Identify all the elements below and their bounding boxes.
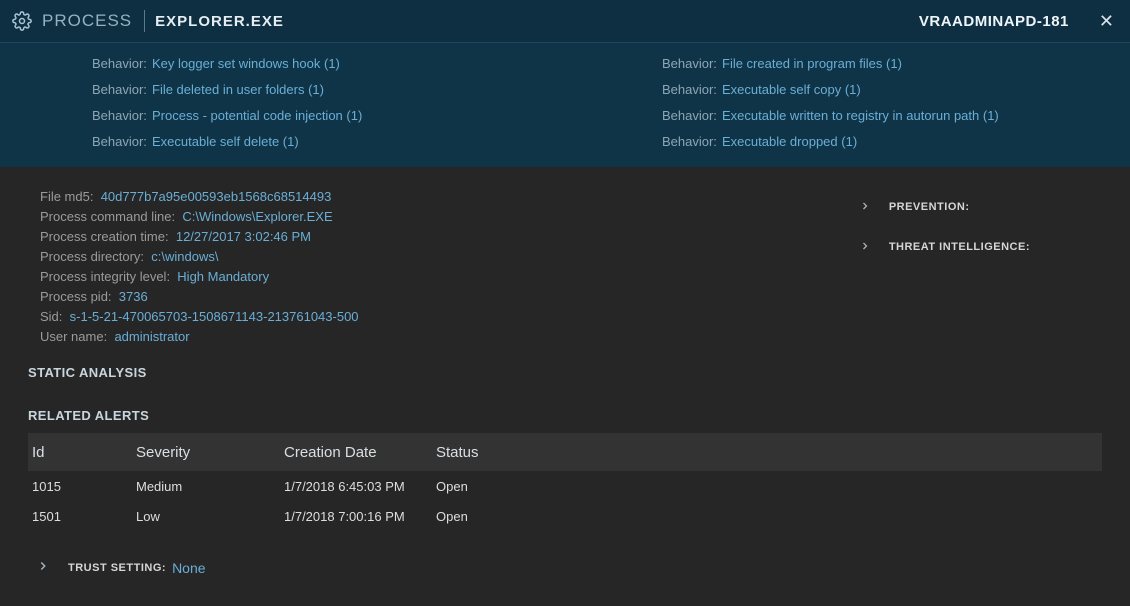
behavior-value[interactable]: Executable self delete (1): [152, 131, 299, 153]
chevron-right-icon: [36, 559, 50, 576]
behavior-row: Behavior:File deleted in user folders (1…: [92, 77, 612, 103]
cell-id: 1015: [32, 479, 136, 494]
cell-stat: Open: [436, 479, 576, 494]
file-md5-label: File md5:: [40, 189, 93, 204]
behavior-label: Behavior:: [662, 79, 720, 101]
prevention-label: PREVENTION:: [889, 201, 970, 213]
header-bar: PROCESS EXPLORER.EXE VRAADMINAPD-181 ✕: [0, 0, 1130, 43]
threat-intel-section[interactable]: THREAT INTELLIGENCE:: [859, 227, 1030, 267]
cmdline-label: Process command line:: [40, 209, 175, 224]
table-row[interactable]: 1015Medium1/7/2018 6:45:03 PMOpen: [28, 471, 1102, 501]
cmdline-value[interactable]: C:\Windows\Explorer.EXE: [182, 209, 332, 224]
behavior-value[interactable]: Executable self copy (1): [722, 79, 861, 101]
col-status[interactable]: Status: [436, 444, 576, 461]
chevron-right-icon: [859, 200, 871, 215]
behavior-label: Behavior:: [92, 79, 150, 101]
cell-id: 1501: [32, 509, 136, 524]
header-separator: [144, 10, 145, 32]
col-date[interactable]: Creation Date: [284, 444, 436, 461]
sid-label: Sid:: [40, 309, 62, 324]
cell-sev: Low: [136, 509, 284, 524]
behavior-value[interactable]: File created in program files (1): [722, 53, 902, 75]
ctime-label: Process creation time:: [40, 229, 169, 244]
user-value[interactable]: administrator: [114, 329, 189, 344]
process-details: File md5: 40d777b7a95e00593eb1568c685144…: [40, 187, 359, 347]
behavior-value[interactable]: File deleted in user folders (1): [152, 79, 324, 101]
header-host: VRAADMINAPD-181: [919, 13, 1069, 30]
behavior-label: Behavior:: [92, 131, 150, 153]
behavior-value[interactable]: Key logger set windows hook (1): [152, 53, 340, 75]
header-kind: PROCESS: [42, 11, 132, 31]
behavior-row: Behavior:Key logger set windows hook (1): [92, 51, 612, 77]
trust-setting-value[interactable]: None: [172, 560, 205, 576]
table-row[interactable]: 1501Low1/7/2018 7:00:16 PMOpen: [28, 501, 1102, 531]
col-severity[interactable]: Severity: [136, 444, 284, 461]
close-icon[interactable]: ✕: [1093, 8, 1120, 34]
ctime-value[interactable]: 12/27/2017 3:02:46 PM: [176, 229, 311, 244]
dir-value[interactable]: c:\windows\: [151, 249, 218, 264]
pid-label: Process pid:: [40, 289, 112, 304]
threat-intel-label: THREAT INTELLIGENCE:: [889, 241, 1030, 253]
cell-sev: Medium: [136, 479, 284, 494]
behavior-value[interactable]: Process - potential code injection (1): [152, 105, 362, 127]
behavior-label: Behavior:: [92, 105, 150, 127]
behavior-label: Behavior:: [662, 53, 720, 75]
integrity-label: Process integrity level:: [40, 269, 170, 284]
chevron-right-icon: [859, 240, 871, 255]
behavior-label: Behavior:: [662, 105, 720, 127]
alerts-header-row: Id Severity Creation Date Status: [28, 433, 1102, 471]
gear-icon: [12, 11, 32, 31]
related-alerts-heading: RELATED ALERTS: [28, 408, 1130, 423]
behavior-label: Behavior:: [662, 131, 720, 153]
static-analysis-heading: STATIC ANALYSIS: [28, 365, 1130, 380]
behavior-row: Behavior:Process - potential code inject…: [92, 103, 612, 129]
dir-label: Process directory:: [40, 249, 144, 264]
behavior-row: Behavior:Executable dropped (1): [662, 129, 999, 155]
trust-setting-section[interactable]: TRUST SETTING: None: [36, 559, 1130, 576]
header-process-name: EXPLORER.EXE: [155, 13, 284, 30]
cell-stat: Open: [436, 509, 576, 524]
col-id[interactable]: Id: [32, 444, 136, 461]
alerts-table: Id Severity Creation Date Status 1015Med…: [28, 433, 1102, 531]
cell-date: 1/7/2018 7:00:16 PM: [284, 509, 436, 524]
behaviors-panel: Behavior:Key logger set windows hook (1)…: [0, 43, 1130, 167]
behavior-row: Behavior:File created in program files (…: [662, 51, 999, 77]
cell-date: 1/7/2018 6:45:03 PM: [284, 479, 436, 494]
pid-value[interactable]: 3736: [119, 289, 148, 304]
behavior-row: Behavior:Executable written to registry …: [662, 103, 999, 129]
behavior-label: Behavior:: [92, 53, 150, 75]
user-label: User name:: [40, 329, 107, 344]
behavior-row: Behavior:Executable self delete (1): [92, 129, 612, 155]
file-md5-value[interactable]: 40d777b7a95e00593eb1568c68514493: [101, 189, 332, 204]
integrity-value[interactable]: High Mandatory: [177, 269, 269, 284]
sid-value[interactable]: s-1-5-21-470065703-1508671143-213761043-…: [70, 309, 359, 324]
behavior-value[interactable]: Executable written to registry in autoru…: [722, 105, 999, 127]
behavior-row: Behavior:Executable self copy (1): [662, 77, 999, 103]
prevention-section[interactable]: PREVENTION:: [859, 187, 1030, 227]
behavior-value[interactable]: Executable dropped (1): [722, 131, 857, 153]
trust-setting-label: TRUST SETTING:: [68, 562, 166, 574]
